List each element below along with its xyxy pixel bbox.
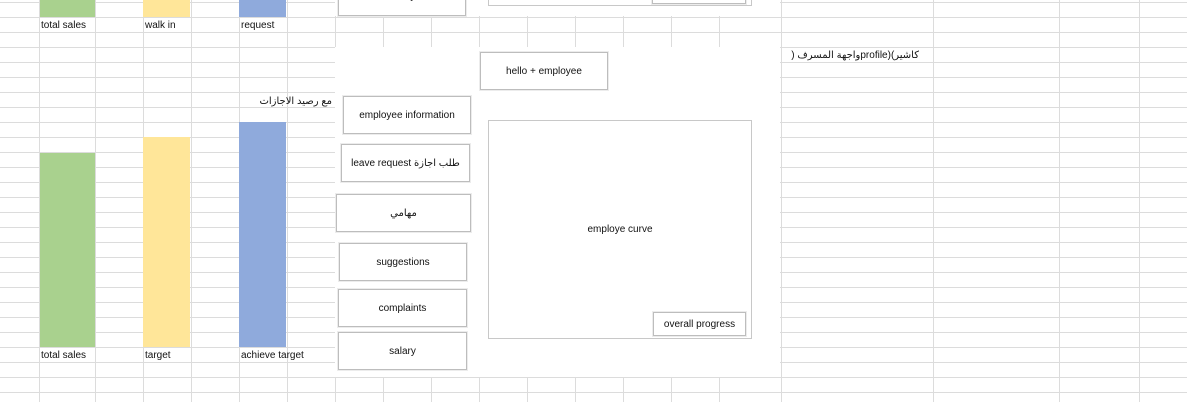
top-partial-salary-label: salary bbox=[389, 0, 416, 2]
top-label-request: request bbox=[241, 20, 275, 31]
bar-target bbox=[143, 137, 190, 347]
employee-curve-label: employe curve bbox=[587, 224, 653, 235]
label-target: target bbox=[145, 350, 171, 361]
top-label-walk-in: walk in bbox=[145, 20, 176, 31]
cashier-profile-note: كاشير)(profileواجهة المسرف ( bbox=[791, 50, 919, 61]
leave-request-label: leave request طلب اجازة bbox=[351, 157, 460, 169]
top-partial-progress-box[interactable] bbox=[652, 0, 746, 4]
my-tasks-label: مهامي bbox=[390, 207, 417, 219]
leave-balance-note: مع رصيد الاجازات bbox=[259, 96, 332, 107]
greeting-box: hello + employee bbox=[480, 52, 608, 90]
greeting-text: hello + employee bbox=[506, 65, 582, 77]
leave-request-button[interactable]: leave request طلب اجازة bbox=[341, 144, 470, 182]
overall-progress-button[interactable]: overall progress bbox=[653, 312, 746, 336]
suggestions-button[interactable]: suggestions bbox=[339, 243, 467, 281]
top-partial-salary-button[interactable]: salary bbox=[338, 0, 466, 16]
complaints-button[interactable]: complaints bbox=[338, 289, 467, 327]
bar-total-sales bbox=[40, 153, 95, 347]
employee-information-label: employee information bbox=[359, 109, 455, 121]
top-bar-total-sales bbox=[40, 0, 95, 17]
suggestions-label: suggestions bbox=[376, 256, 430, 268]
complaints-label: complaints bbox=[378, 302, 427, 314]
label-achieve-target: achieve target bbox=[241, 350, 304, 361]
top-label-total-sales: total sales bbox=[41, 20, 87, 31]
top-bar-walk-in bbox=[143, 0, 190, 17]
salary-label: salary bbox=[389, 345, 416, 357]
overall-progress-label: overall progress bbox=[663, 318, 736, 330]
salary-button[interactable]: salary bbox=[338, 332, 467, 370]
employee-curve-chart: employe curve bbox=[488, 120, 752, 339]
my-tasks-button[interactable]: مهامي bbox=[336, 194, 471, 232]
label-total-sales: total sales bbox=[41, 350, 87, 361]
top-bar-request bbox=[239, 0, 286, 17]
bar-achieve-target bbox=[239, 122, 286, 347]
employee-information-button[interactable]: employee information bbox=[343, 96, 471, 134]
